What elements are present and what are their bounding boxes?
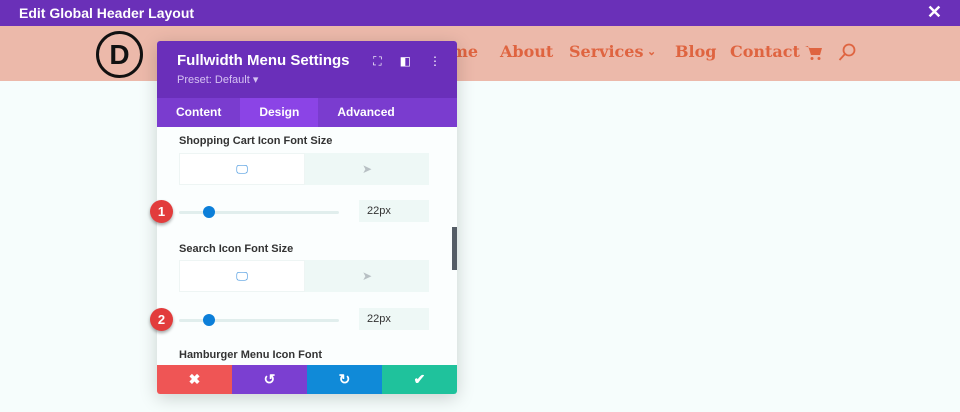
close-icon[interactable]: ✕ [927,2,942,23]
value-input[interactable]: 22px [359,200,429,222]
step-badge: 2 [150,308,173,331]
modal-header: Fullwidth Menu Settings Preset: Default … [157,41,457,98]
setting-label: Hamburger Menu Icon Font [179,349,322,361]
fullscreen-icon[interactable]: ⛶ [373,54,381,69]
slider-handle[interactable] [203,314,216,326]
hover-cursor-icon[interactable]: ➤ [305,153,429,185]
save-button[interactable]: ✔ [382,365,457,394]
desktop-icon[interactable]: 🖵 [179,153,305,185]
window-title: Edit Global Header Layout [19,5,195,21]
setting-label: Search Icon Font Size [179,243,294,255]
settings-modal: Fullwidth Menu Settings Preset: Default … [157,41,457,394]
tab-design[interactable]: Design [240,98,319,127]
slider-handle[interactable] [203,206,216,218]
hover-cursor-icon[interactable]: ➤ [305,260,429,292]
undo-button[interactable]: ↺ [232,365,307,394]
logo: D [96,31,143,78]
cancel-button[interactable]: ✖ [157,365,232,394]
slider-track[interactable] [179,314,339,326]
tab-advanced[interactable]: Advanced [318,98,413,127]
tab-content[interactable]: Content [157,98,240,127]
nav-blog[interactable]: Blog [675,42,716,61]
slider-track[interactable] [179,206,339,218]
nav-contact[interactable]: Contact [730,42,800,61]
desktop-icon[interactable]: 🖵 [179,260,305,292]
nav-services[interactable]: Services [569,42,643,61]
tab-bar: Content Design Advanced [157,98,457,127]
chevron-down-icon: ⌄ [647,45,657,58]
search-icon[interactable] [838,43,856,63]
top-bar: Edit Global Header Layout ✕ [0,0,960,26]
cart-icon[interactable] [805,45,823,61]
sidebar-icon[interactable]: ◧ [400,54,411,69]
value-input[interactable]: 22px [359,308,429,330]
more-icon[interactable]: ⋮ [429,54,441,69]
preset-dropdown[interactable]: Preset: Default ▾ [177,73,457,86]
step-badge: 1 [150,200,173,223]
setting-label: Shopping Cart Icon Font Size [179,135,333,147]
nav-about[interactable]: About [500,42,553,61]
redo-button[interactable]: ↻ [307,365,382,394]
scrollbar[interactable] [452,227,457,270]
